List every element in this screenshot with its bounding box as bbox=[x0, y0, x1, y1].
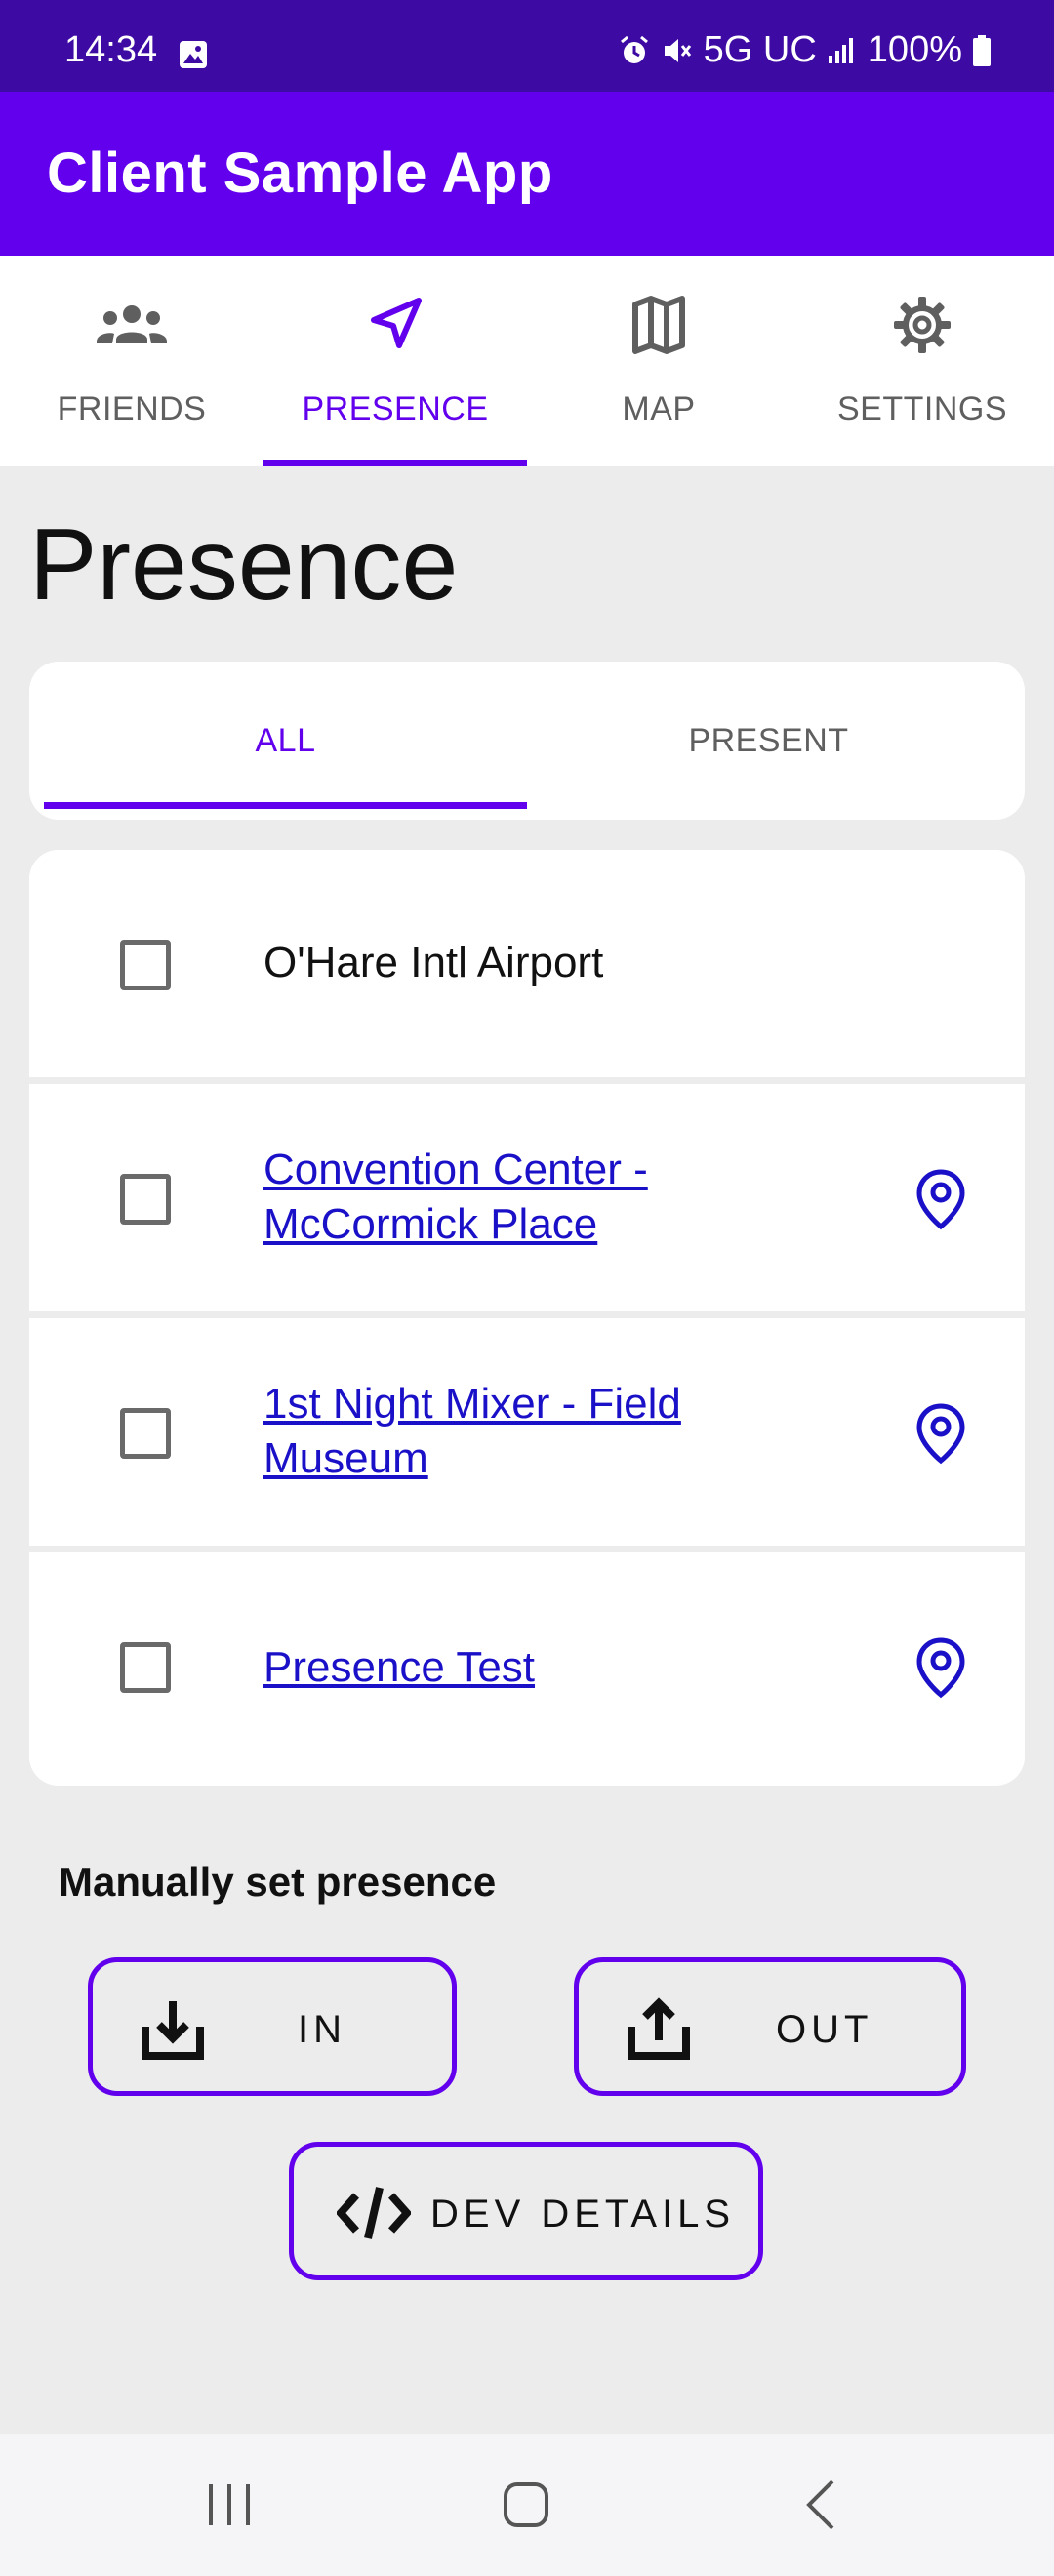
filter-tab-all[interactable]: ALL bbox=[44, 662, 527, 820]
location-link[interactable]: Presence Test bbox=[264, 1640, 790, 1695]
locations-list: O'Hare Intl Airport Convention Center - … bbox=[29, 850, 1025, 1786]
list-item: Presence Test bbox=[29, 1552, 1025, 1780]
status-time: 14:34 bbox=[64, 29, 158, 70]
home-icon bbox=[504, 2482, 548, 2527]
app-bar: Client Sample App bbox=[0, 92, 1054, 256]
signal-icon bbox=[828, 37, 853, 63]
gallery-notification-icon bbox=[180, 41, 207, 68]
tab-settings-label: SETTINGS bbox=[836, 390, 1008, 427]
map-icon bbox=[632, 296, 685, 354]
divider bbox=[29, 1311, 1025, 1318]
status-bar: 14:34 5G UC 100% bbox=[0, 0, 1054, 92]
alarm-icon bbox=[620, 35, 648, 63]
presence-out-button[interactable]: OUT bbox=[574, 1957, 966, 2096]
location-link[interactable]: Convention Center - McCormick Place bbox=[264, 1143, 790, 1252]
tab-map-label: MAP bbox=[622, 390, 696, 427]
tab-indicator bbox=[264, 460, 527, 466]
divider bbox=[29, 1546, 1025, 1552]
system-nav-bar bbox=[0, 2434, 1054, 2576]
download-icon bbox=[142, 2001, 204, 2060]
tab-presence-label: PRESENCE bbox=[302, 390, 489, 427]
back-icon bbox=[806, 2479, 834, 2530]
network-type: 5G UC bbox=[703, 29, 817, 70]
home-button[interactable] bbox=[472, 2434, 580, 2576]
mute-icon bbox=[664, 38, 691, 62]
list-item: 1st Night Mixer - Field Museum bbox=[29, 1318, 1025, 1546]
location-pin-icon[interactable] bbox=[915, 1168, 966, 1230]
list-item: O'Hare Intl Airport bbox=[29, 850, 1025, 1077]
location-checkbox[interactable] bbox=[120, 1642, 171, 1693]
location-name: O'Hare Intl Airport bbox=[264, 939, 604, 986]
location-checkbox[interactable] bbox=[120, 940, 171, 990]
divider bbox=[29, 1077, 1025, 1084]
app-title: Client Sample App bbox=[47, 141, 553, 205]
navigation-arrow-icon bbox=[371, 298, 422, 348]
dev-details-button[interactable]: DEV DETAILS bbox=[289, 2142, 763, 2280]
main-tab-bar: FRIENDS PRESENCE MAP SETTINGS bbox=[0, 256, 1054, 466]
manual-presence-label: Manually set presence bbox=[59, 1859, 497, 1905]
upload-icon bbox=[628, 1997, 690, 2060]
tab-friends-label: FRIENDS bbox=[57, 390, 207, 427]
filter-tab-indicator bbox=[44, 802, 527, 809]
gear-icon bbox=[894, 297, 951, 353]
tab-friends[interactable]: FRIENDS bbox=[0, 256, 264, 466]
battery-percent: 100% bbox=[867, 29, 962, 70]
page-title: Presence bbox=[29, 508, 459, 622]
filter-tabs: ALL PRESENT bbox=[29, 662, 1025, 820]
tab-map[interactable]: MAP bbox=[527, 256, 790, 466]
tab-presence[interactable]: PRESENCE bbox=[264, 256, 527, 466]
presence-in-button[interactable]: IN bbox=[88, 1957, 457, 2096]
people-icon bbox=[97, 305, 167, 343]
back-button[interactable] bbox=[767, 2434, 874, 2576]
recent-apps-button[interactable] bbox=[176, 2434, 283, 2576]
tab-settings[interactable]: SETTINGS bbox=[790, 256, 1054, 466]
location-link[interactable]: 1st Night Mixer - Field Museum bbox=[264, 1377, 790, 1486]
presence-in-label: IN bbox=[298, 2008, 346, 2051]
code-icon bbox=[337, 2187, 411, 2239]
dev-details-label: DEV DETAILS bbox=[430, 2193, 736, 2235]
battery-icon bbox=[973, 34, 991, 66]
location-checkbox[interactable] bbox=[120, 1174, 171, 1225]
presence-out-label: OUT bbox=[776, 2008, 873, 2051]
location-checkbox[interactable] bbox=[120, 1408, 171, 1459]
filter-tab-present[interactable]: PRESENT bbox=[527, 662, 1010, 820]
location-pin-icon[interactable] bbox=[915, 1402, 966, 1465]
status-indicators: 5G UC 100% bbox=[618, 29, 992, 71]
recent-apps-icon bbox=[209, 2484, 250, 2525]
list-item: Convention Center - McCormick Place bbox=[29, 1084, 1025, 1311]
location-pin-icon[interactable] bbox=[915, 1636, 966, 1699]
